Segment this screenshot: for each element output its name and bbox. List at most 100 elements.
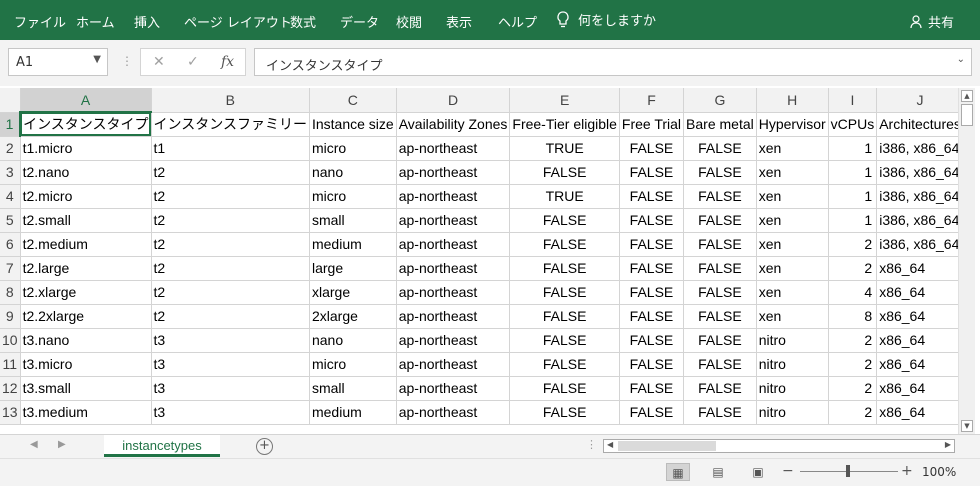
- tell-me-box[interactable]: 何をしますか: [556, 10, 656, 29]
- cell[interactable]: t3: [151, 352, 310, 377]
- row-header[interactable]: 1: [0, 112, 22, 137]
- column-header[interactable]: H: [756, 88, 829, 113]
- normal-view-icon[interactable]: ▦: [666, 463, 690, 481]
- enter-icon[interactable]: ✓: [187, 54, 199, 70]
- cell[interactable]: t3: [151, 328, 310, 353]
- cell[interactable]: t2: [151, 184, 310, 209]
- cell[interactable]: micro: [309, 352, 397, 377]
- cell[interactable]: medium: [309, 400, 397, 425]
- cell[interactable]: FALSE: [683, 208, 757, 233]
- cell[interactable]: 2: [828, 376, 878, 401]
- next-sheet-icon[interactable]: ▶: [58, 439, 66, 450]
- cell[interactable]: x86_64: [876, 352, 958, 377]
- cell[interactable]: FALSE: [509, 328, 620, 353]
- cell[interactable]: FALSE: [509, 352, 620, 377]
- cell[interactable]: 2xlarge: [309, 304, 397, 329]
- cell[interactable]: t3.nano: [20, 328, 152, 353]
- zoom-slider-thumb[interactable]: [846, 465, 850, 477]
- cell[interactable]: t2.large: [20, 256, 152, 281]
- cell[interactable]: small: [309, 208, 397, 233]
- cell[interactable]: FALSE: [683, 280, 757, 305]
- prev-sheet-icon[interactable]: ◀: [30, 439, 38, 450]
- cell[interactable]: FALSE: [683, 400, 757, 425]
- cell[interactable]: FALSE: [509, 256, 620, 281]
- cell[interactable]: Architectures: [876, 112, 958, 137]
- cell[interactable]: t2.xlarge: [20, 280, 152, 305]
- cell[interactable]: x86_64: [876, 280, 958, 305]
- zoom-level[interactable]: 100%: [922, 465, 956, 479]
- column-header[interactable]: E: [509, 88, 620, 113]
- cell[interactable]: t2: [151, 280, 310, 305]
- select-all-corner[interactable]: [0, 88, 21, 113]
- cell[interactable]: Instance size: [309, 112, 397, 137]
- cell[interactable]: インスタンスファミリー: [151, 112, 310, 137]
- tab-split-grip-icon[interactable]: ⋮: [586, 438, 597, 451]
- cell[interactable]: FALSE: [619, 352, 685, 377]
- row-header[interactable]: 8: [0, 280, 21, 305]
- cell[interactable]: FALSE: [619, 280, 685, 305]
- cell[interactable]: ap-northeast: [396, 280, 511, 305]
- cell[interactable]: FALSE: [509, 304, 620, 329]
- tab-review[interactable]: 校閲: [396, 12, 422, 31]
- cell[interactable]: 2: [828, 256, 878, 281]
- expand-formula-bar-icon[interactable]: ⌄: [957, 54, 965, 65]
- tab-home[interactable]: ホーム: [76, 12, 115, 31]
- cell[interactable]: FALSE: [683, 256, 757, 281]
- cell[interactable]: FALSE: [683, 232, 757, 257]
- row-header[interactable]: 2: [0, 136, 21, 161]
- cell[interactable]: Bare metal: [683, 112, 757, 137]
- row-header[interactable]: 5: [0, 208, 21, 233]
- cell[interactable]: FALSE: [683, 328, 757, 353]
- cell[interactable]: ap-northeast: [396, 208, 511, 233]
- name-box[interactable]: A1 ▼: [8, 48, 108, 76]
- cell[interactable]: FALSE: [619, 304, 685, 329]
- cell[interactable]: i386, x86_64: [876, 208, 958, 233]
- cell[interactable]: xen: [756, 208, 829, 233]
- row-header[interactable]: 3: [0, 160, 21, 185]
- cell[interactable]: FALSE: [509, 160, 620, 185]
- tab-help[interactable]: ヘルプ: [498, 12, 537, 31]
- cell[interactable]: FALSE: [619, 256, 685, 281]
- cell[interactable]: 2: [828, 328, 878, 353]
- chevron-down-icon[interactable]: ▼: [93, 54, 101, 65]
- cell[interactable]: x86_64: [876, 328, 958, 353]
- cell[interactable]: t2.small: [20, 208, 152, 233]
- cell[interactable]: x86_64: [876, 376, 958, 401]
- cell[interactable]: small: [309, 376, 397, 401]
- cell[interactable]: TRUE: [509, 136, 620, 161]
- cell[interactable]: t2.medium: [20, 232, 152, 257]
- cell[interactable]: t2: [151, 232, 310, 257]
- cell[interactable]: t3.small: [20, 376, 152, 401]
- cell[interactable]: FALSE: [683, 160, 757, 185]
- cell[interactable]: FALSE: [683, 184, 757, 209]
- column-header[interactable]: C: [309, 88, 397, 113]
- column-header[interactable]: D: [396, 88, 511, 113]
- cell[interactable]: FALSE: [509, 232, 620, 257]
- share-button[interactable]: 共有: [910, 12, 954, 31]
- horizontal-scrollbar[interactable]: ◀ ▶: [603, 439, 955, 453]
- cell[interactable]: xen: [756, 256, 829, 281]
- cell[interactable]: FALSE: [683, 136, 757, 161]
- cell[interactable]: x86_64: [876, 304, 958, 329]
- cell[interactable]: FALSE: [683, 304, 757, 329]
- cell[interactable]: t3.medium: [20, 400, 152, 425]
- cell[interactable]: ap-northeast: [396, 184, 511, 209]
- cell[interactable]: nano: [309, 160, 397, 185]
- cell[interactable]: micro: [309, 136, 397, 161]
- cell[interactable]: t3.micro: [20, 352, 152, 377]
- cell[interactable]: x86_64: [876, 256, 958, 281]
- cell[interactable]: i386, x86_64: [876, 160, 958, 185]
- row-header[interactable]: 12: [0, 376, 21, 401]
- cell[interactable]: FALSE: [619, 400, 685, 425]
- cell[interactable]: ap-northeast: [396, 256, 511, 281]
- cell[interactable]: FALSE: [619, 376, 685, 401]
- column-header[interactable]: G: [683, 88, 757, 113]
- cell[interactable]: 2: [828, 232, 878, 257]
- cell[interactable]: Free Trial: [619, 112, 685, 137]
- tab-data[interactable]: データ: [340, 12, 379, 31]
- tab-page-layout[interactable]: ページ レイアウト: [184, 12, 292, 31]
- cell[interactable]: t1.micro: [20, 136, 152, 161]
- cell[interactable]: Hypervisor: [756, 112, 829, 137]
- cell[interactable]: FALSE: [683, 376, 757, 401]
- cell[interactable]: FALSE: [619, 232, 685, 257]
